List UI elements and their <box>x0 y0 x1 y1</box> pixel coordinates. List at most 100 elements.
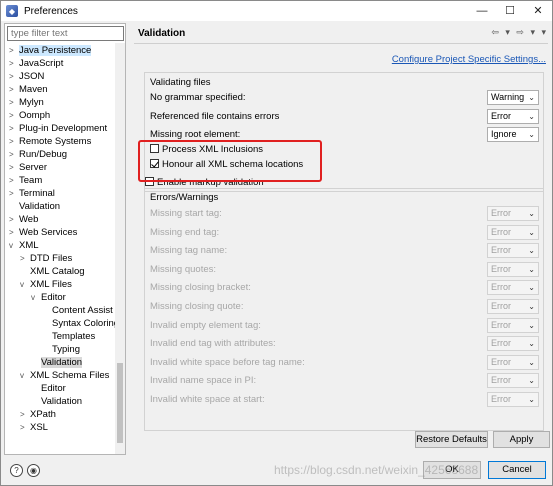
collapsed-chevron-icon[interactable]: > <box>9 83 19 96</box>
tree-item-validation[interactable]: Validation <box>31 356 83 369</box>
referenced-file-contains-errors-select[interactable]: Error ⌄ <box>487 108 539 124</box>
missing-root-element-label: Missing root element: <box>150 129 241 140</box>
missing-tag-name-select: Error ⌄ <box>487 243 539 259</box>
select-value: Error <box>491 338 511 349</box>
tree-item-java-persistence[interactable]: > Java Persistence <box>9 44 92 57</box>
collapsed-chevron-icon[interactable]: > <box>9 44 19 57</box>
errors-warnings-title: Errors/Warnings <box>150 192 219 203</box>
tree-item-maven[interactable]: > Maven <box>9 83 48 96</box>
select-value: Error <box>491 208 511 218</box>
tree-item-typing[interactable]: Typing <box>42 343 80 356</box>
tree-item-dtd-files[interactable]: > DTD Files <box>20 252 72 265</box>
close-button[interactable]: ✕ <box>524 1 552 21</box>
tree-item-terminal[interactable]: > Terminal <box>9 187 55 200</box>
chevron-down-icon: ⌄ <box>528 283 535 293</box>
tree-item-web[interactable]: > Web <box>9 213 38 226</box>
tree-item-web-services[interactable]: > Web Services <box>9 226 77 239</box>
invalid-empty-element-tag-label: Invalid empty element tag: <box>150 319 261 331</box>
tree-item-xml-catalog[interactable]: XML Catalog <box>20 265 85 278</box>
tree-item-run-debug[interactable]: > Run/Debug <box>9 148 67 161</box>
expanded-chevron-icon[interactable]: v <box>31 291 41 304</box>
pane-splitter[interactable] <box>128 23 131 455</box>
missing-end-tag-row: Missing end tag: Error ⌄ <box>150 224 542 241</box>
eclipse-app-icon: ◆ <box>6 5 18 17</box>
tree-item-label: Java Persistence <box>19 45 92 56</box>
missing-closing-bracket-row: Missing closing bracket: Error ⌄ <box>150 280 542 296</box>
missing-end-tag-select: Error ⌄ <box>487 224 539 240</box>
tree-item-validation[interactable]: Validation <box>9 200 60 213</box>
tree-item-xml-files[interactable]: v XML Files <box>20 278 72 291</box>
configure-project-settings-link[interactable]: Configure Project Specific Settings... <box>392 54 546 65</box>
tree-item-xml[interactable]: v XML <box>9 239 39 252</box>
minimize-button[interactable]: — <box>468 1 496 21</box>
invalid-empty-element-tag-select: Error ⌄ <box>487 317 539 333</box>
tree-item-syntax-coloring[interactable]: Syntax Coloring <box>42 317 116 330</box>
collapsed-chevron-icon[interactable]: > <box>9 96 19 109</box>
tree-item-remote-systems[interactable]: > Remote Systems <box>9 135 91 148</box>
tree-item-editor[interactable]: v Editor <box>31 291 66 304</box>
collapsed-chevron-icon[interactable]: > <box>9 70 19 83</box>
filter-input[interactable] <box>7 26 124 41</box>
collapsed-chevron-icon[interactable]: > <box>9 213 19 226</box>
tree-item-xsl[interactable]: > XSL <box>20 421 48 434</box>
tree-item-javascript[interactable]: > JavaScript <box>9 57 63 70</box>
tree-item-plug-in-development[interactable]: > Plug-in Development <box>9 122 107 135</box>
help-icon[interactable]: ? <box>10 464 23 477</box>
missing-closing-quote-select: Error ⌄ <box>487 299 539 314</box>
tree-item-label: Server <box>19 162 47 173</box>
tree-item-templates[interactable]: Templates <box>42 330 95 343</box>
chevron-down-icon: ⌄ <box>528 130 535 139</box>
no-grammar-specified-select[interactable]: Warning ⌄ <box>487 90 539 105</box>
tree-item-server[interactable]: > Server <box>9 161 47 174</box>
tree-item-json[interactable]: > JSON <box>9 70 44 83</box>
missing-end-tag-label: Missing end tag: <box>150 226 220 238</box>
import-export-icon[interactable]: ◉ <box>27 464 40 477</box>
title-bar[interactable]: ◆ Preferences — ☐ ✕ <box>1 1 552 21</box>
collapsed-chevron-icon[interactable]: > <box>20 408 30 421</box>
chevron-down-icon: ⌄ <box>528 320 535 330</box>
invalid-white-space-before-tag-name-select: Error ⌄ <box>487 354 539 370</box>
tree-item-team[interactable]: > Team <box>9 174 42 187</box>
tree-item-content-assist[interactable]: Content Assist <box>42 304 113 317</box>
collapsed-chevron-icon[interactable]: > <box>9 135 19 148</box>
chevron-down-icon: ⌄ <box>528 227 535 237</box>
collapsed-chevron-icon[interactable]: > <box>9 148 19 161</box>
collapsed-chevron-icon[interactable]: > <box>20 252 30 265</box>
invalid-white-space-at-start-select: Error ⌄ <box>487 392 539 407</box>
tree-item-validation[interactable]: Validation <box>31 395 82 408</box>
tree-item-xpath[interactable]: > XPath <box>20 408 56 421</box>
tree-scrollbar[interactable] <box>115 43 125 454</box>
tree-item-label: Remote Systems <box>19 136 92 147</box>
collapsed-chevron-icon[interactable]: > <box>9 187 19 200</box>
collapsed-chevron-icon[interactable]: > <box>9 109 19 122</box>
collapsed-chevron-icon[interactable]: > <box>9 161 19 174</box>
tree-item-mylyn[interactable]: > Mylyn <box>9 96 44 109</box>
tree-item-label: Web Services <box>19 227 78 238</box>
tree-scrollbar-thumb[interactable] <box>117 363 123 443</box>
expanded-chevron-icon[interactable]: v <box>20 369 30 382</box>
preferences-window: ◆ Preferences — ☐ ✕ >Java Persistence>Ja… <box>0 0 553 486</box>
apply-button[interactable]: Apply <box>493 431 550 448</box>
tree-item-label: XML Files <box>30 279 72 290</box>
expanded-chevron-icon[interactable]: v <box>20 278 30 291</box>
missing-root-element-select[interactable]: Ignore ⌄ <box>487 127 539 142</box>
invalid-empty-element-tag-row: Invalid empty element tag: Error ⌄ <box>150 317 542 334</box>
preference-tree-pane: >Java Persistence>JavaScript>JSON>Maven>… <box>4 23 126 455</box>
collapsed-chevron-icon[interactable]: > <box>9 57 19 70</box>
collapsed-chevron-icon[interactable]: > <box>9 174 19 187</box>
tree-item-oomph[interactable]: > Oomph <box>9 109 50 122</box>
chevron-down-icon: ⌄ <box>528 376 535 386</box>
collapsed-chevron-icon[interactable]: > <box>9 122 19 135</box>
history-nav-buttons[interactable]: ⇦ ▾ ⇨ ▾ ▾ <box>491 27 548 38</box>
maximize-button[interactable]: ☐ <box>496 1 524 21</box>
tree-item-xml-schema-files[interactable]: v XML Schema Files <box>20 369 109 382</box>
select-value: Error <box>491 226 511 237</box>
restore-defaults-button[interactable]: Restore Defaults <box>415 431 488 448</box>
tree-item-label: Validation <box>19 201 61 212</box>
collapsed-chevron-icon[interactable]: > <box>20 421 30 434</box>
collapsed-chevron-icon[interactable]: > <box>9 226 19 239</box>
cancel-button[interactable]: Cancel <box>488 461 546 479</box>
expanded-chevron-icon[interactable]: v <box>9 239 19 252</box>
chevron-down-icon: ⌄ <box>528 339 535 349</box>
tree-item-editor[interactable]: Editor <box>31 382 66 395</box>
